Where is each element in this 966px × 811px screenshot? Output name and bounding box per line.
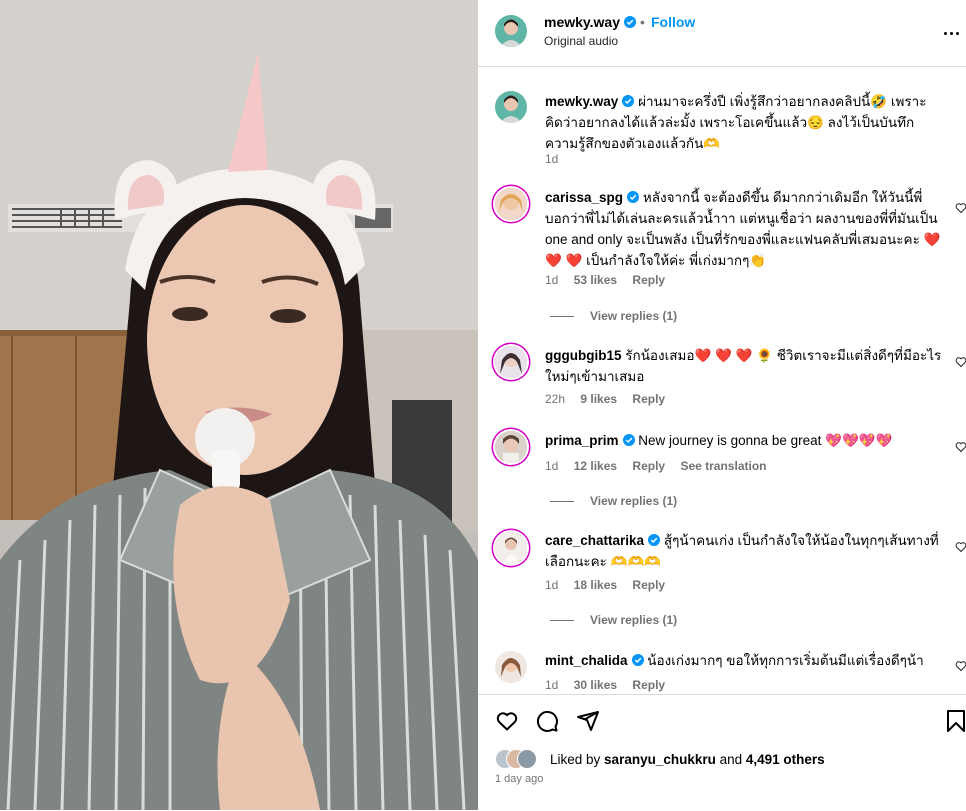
author-avatar[interactable] bbox=[495, 15, 527, 47]
comment-meta: 1d 12 likes Reply See translation bbox=[545, 459, 778, 473]
reply-button[interactable]: Reply bbox=[632, 392, 665, 406]
caption-time[interactable]: 1d bbox=[545, 152, 558, 166]
liked-by-mid: and bbox=[715, 752, 746, 767]
comment-username[interactable]: care_chattarika bbox=[545, 533, 644, 548]
original-audio-link[interactable]: Original audio bbox=[544, 34, 618, 48]
comment-avatar[interactable] bbox=[495, 532, 527, 564]
see-translation-button[interactable]: See translation bbox=[680, 459, 766, 473]
comment-time[interactable]: 1d bbox=[545, 578, 558, 592]
post-side-panel: mewky.way • Follow Original audio mewky.… bbox=[478, 0, 966, 810]
author-username[interactable]: mewky.way bbox=[544, 14, 637, 30]
comment: prima_prim New journey is gonna be great… bbox=[545, 430, 943, 451]
post-header: mewky.way • Follow Original audio bbox=[478, 0, 966, 67]
like-comment-heart-icon[interactable] bbox=[955, 541, 966, 553]
like-heart-icon[interactable] bbox=[495, 709, 519, 733]
video-frame-illustration bbox=[0, 0, 478, 810]
comment-avatar[interactable] bbox=[495, 188, 527, 220]
comment-meta: 22h 9 likes Reply bbox=[545, 392, 677, 406]
comment-time[interactable]: 22h bbox=[545, 392, 565, 406]
comment-time[interactable]: 1d bbox=[545, 678, 558, 692]
reply-button[interactable]: Reply bbox=[632, 273, 665, 287]
view-replies-button[interactable]: View replies (1) bbox=[550, 613, 677, 627]
verified-badge-icon bbox=[627, 191, 640, 203]
comment-meta: 1d 53 likes Reply bbox=[545, 273, 677, 287]
liked-by-user[interactable]: saranyu_chukkru bbox=[604, 752, 716, 767]
comment-username[interactable]: gggubgib15 bbox=[545, 348, 622, 363]
reply-button[interactable]: Reply bbox=[632, 678, 665, 692]
liked-by-avatars[interactable] bbox=[495, 749, 547, 769]
comment-username[interactable]: prima_prim bbox=[545, 433, 619, 448]
comment: gggubgib15 รักน้องเสมอ❤️ ❤️ ❤️ 🌻 ชีวิตเร… bbox=[545, 345, 943, 387]
comment-time[interactable]: 1d bbox=[545, 273, 558, 287]
comment-likes[interactable]: 18 likes bbox=[574, 578, 617, 592]
share-send-icon[interactable] bbox=[576, 709, 600, 733]
verified-badge-icon bbox=[622, 95, 635, 107]
comment-likes[interactable]: 12 likes bbox=[574, 459, 617, 473]
comment-text: New journey is gonna be great 💖💖💖💖 bbox=[638, 433, 893, 448]
comment-text: น้องเก่งมากๆ ขอให้ทุกการเริ่มต้นมีแต่เรื… bbox=[647, 653, 924, 668]
caption-username[interactable]: mewky.way bbox=[545, 94, 618, 109]
view-replies-button[interactable]: View replies (1) bbox=[550, 494, 677, 508]
comment: mint_chalida น้องเก่งมากๆ ขอให้ทุกการเริ… bbox=[545, 650, 943, 671]
liked-by-others[interactable]: 4,491 others bbox=[746, 752, 825, 767]
separator-dot: • bbox=[640, 14, 645, 30]
liked-by-prefix: Liked by bbox=[550, 752, 605, 767]
view-replies-button[interactable]: View replies (1) bbox=[550, 309, 677, 323]
comments-list[interactable]: mewky.way ผ่านมาจะครึ่งปี เพิ่งรู้สึกว่า… bbox=[478, 67, 966, 693]
like-comment-heart-icon[interactable] bbox=[955, 660, 966, 672]
post-timestamp[interactable]: 1 day ago bbox=[495, 773, 543, 785]
comment-username[interactable]: carissa_spg bbox=[545, 190, 623, 205]
verified-badge-icon bbox=[631, 654, 644, 666]
comment-likes[interactable]: 53 likes bbox=[574, 273, 617, 287]
verified-badge-icon bbox=[622, 434, 635, 446]
comment: carissa_spg หลังจากนี้ จะต้องดีขึ้น ดีมา… bbox=[545, 187, 943, 271]
comment-likes[interactable]: 30 likes bbox=[574, 678, 617, 692]
like-comment-heart-icon[interactable] bbox=[955, 441, 966, 453]
comment-avatar[interactable] bbox=[495, 346, 527, 378]
comment-likes[interactable]: 9 likes bbox=[580, 392, 617, 406]
author-username-text[interactable]: mewky.way bbox=[544, 14, 620, 30]
post-actions: Liked by saranyu_chukkru and 4,491 other… bbox=[478, 694, 966, 811]
follow-button[interactable]: Follow bbox=[651, 14, 695, 30]
comment-icon[interactable] bbox=[535, 709, 559, 733]
like-comment-heart-icon[interactable] bbox=[955, 356, 966, 368]
reply-button[interactable]: Reply bbox=[632, 578, 665, 592]
comment-avatar[interactable] bbox=[495, 651, 527, 683]
like-comment-heart-icon[interactable] bbox=[955, 202, 966, 214]
comment-time[interactable]: 1d bbox=[545, 459, 558, 473]
reply-button[interactable]: Reply bbox=[632, 459, 665, 473]
caption: mewky.way ผ่านมาจะครึ่งปี เพิ่งรู้สึกว่า… bbox=[545, 91, 943, 154]
post-video[interactable] bbox=[0, 0, 478, 810]
save-bookmark-icon[interactable] bbox=[944, 709, 966, 733]
comment-username[interactable]: mint_chalida bbox=[545, 653, 628, 668]
comment-meta: 1d 30 likes Reply bbox=[545, 678, 677, 692]
verified-badge-icon bbox=[624, 16, 637, 28]
comment: care_chattarika สู้ๆน้าคนเก่ง เป็นกำลังใ… bbox=[545, 530, 943, 572]
comment-meta: 1d 18 likes Reply bbox=[545, 578, 677, 592]
more-options-icon[interactable] bbox=[944, 22, 964, 35]
caption-avatar[interactable] bbox=[495, 91, 527, 123]
caption-meta: 1d bbox=[545, 152, 570, 166]
comment-avatar[interactable] bbox=[495, 431, 527, 463]
verified-badge-icon bbox=[648, 534, 661, 546]
liked-by-summary: Liked by saranyu_chukkru and 4,491 other… bbox=[550, 752, 825, 767]
